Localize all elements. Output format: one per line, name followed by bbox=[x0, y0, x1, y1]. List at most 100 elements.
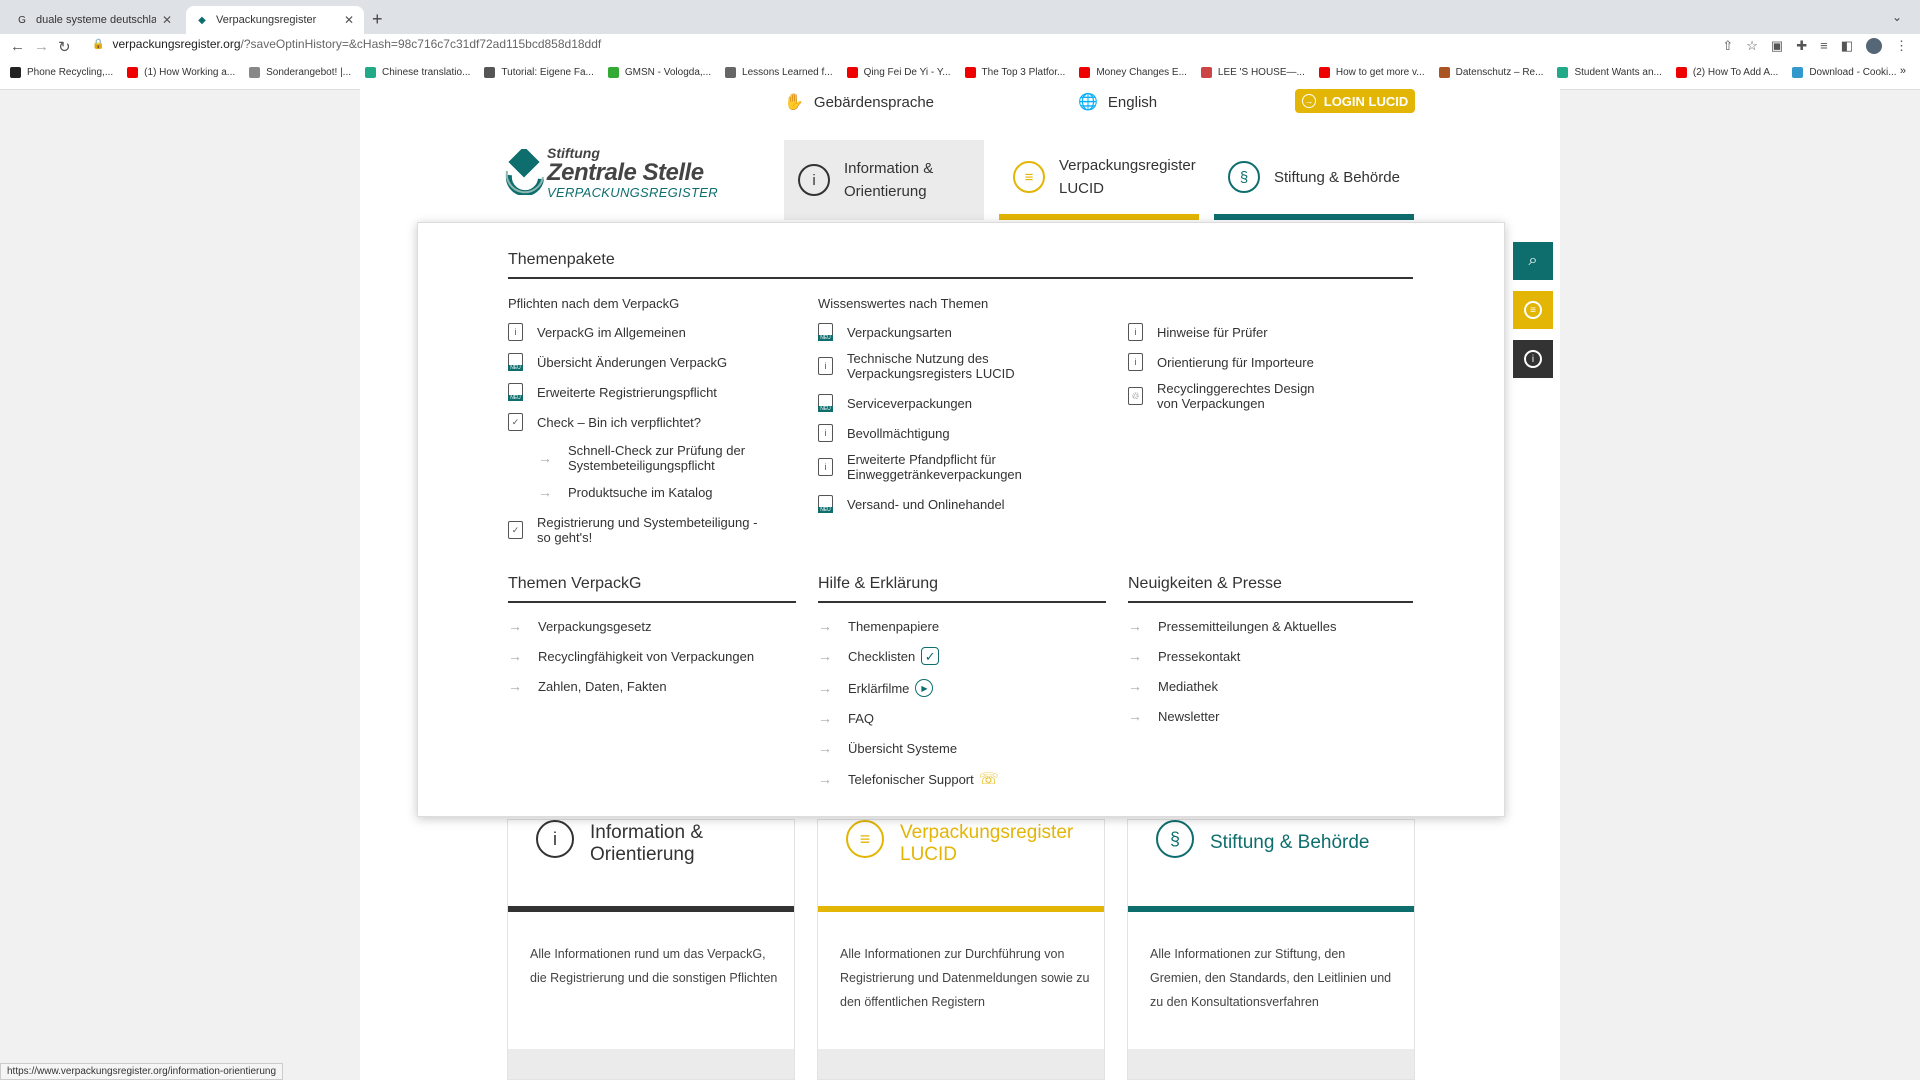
bookmark-item[interactable]: (1) How Working a... bbox=[127, 66, 235, 78]
menu-item-pressemitteilungen[interactable]: → Pressemitteilungen & Aktuelles bbox=[1128, 618, 1336, 635]
phone-icon: ☏ bbox=[978, 770, 999, 788]
nav-tab-information[interactable]: i Information & Orientierung bbox=[784, 140, 984, 220]
share-icon[interactable]: ⇧ bbox=[1722, 38, 1733, 54]
logo[interactable]: Stiftung Zentrale Stelle VERPACKUNGSREGI… bbox=[505, 145, 718, 205]
subsection-title-pflichten: Pflichten nach dem VerpackG bbox=[508, 296, 680, 311]
menu-item-technische-nutzung[interactable]: i Technische Nutzung des Verpackungsregi… bbox=[818, 351, 1018, 381]
sign-language-link[interactable]: ✋ Gebärdensprache bbox=[784, 92, 934, 112]
nav-tab-stiftung[interactable]: § Stiftung & Behörde bbox=[1214, 140, 1414, 220]
bookmark-item[interactable]: Student Wants an... bbox=[1557, 66, 1662, 78]
bookmark-favicon-icon bbox=[964, 66, 976, 78]
bookmark-item[interactable]: Lessons Learned f... bbox=[725, 66, 833, 78]
document-new-icon bbox=[508, 353, 523, 371]
bookmark-item[interactable]: Phone Recycling,... bbox=[10, 66, 113, 78]
reload-icon[interactable]: ↻ bbox=[58, 38, 71, 56]
card-title: Verpackungsregister LUCID bbox=[900, 822, 1074, 865]
card-information[interactable]: i Information & Orientierung Alle Inform… bbox=[507, 819, 795, 1080]
menu-item-verpackungsgesetz[interactable]: → Verpackungsgesetz bbox=[508, 619, 651, 635]
menu-item-schnell-check[interactable]: → Schnell-Check zur Prüfung der Systembe… bbox=[508, 443, 748, 473]
menu-item-mediathek[interactable]: → Mediathek bbox=[1128, 679, 1218, 695]
bookmark-item[interactable]: Qing Fei De Yi - Y... bbox=[846, 66, 951, 78]
menu-item-uebersicht-aenderungen[interactable]: Übersicht Änderungen VerpackG bbox=[508, 353, 727, 371]
close-tab-icon[interactable]: ✕ bbox=[344, 13, 354, 27]
lucid-quick-button[interactable]: ≡ bbox=[1513, 291, 1553, 329]
puzzle-icon[interactable]: ✚ bbox=[1796, 38, 1807, 54]
menu-item-versandhandel[interactable]: Versand- und Onlinehandel bbox=[818, 495, 1005, 513]
menu-item-serviceverpackungen[interactable]: Serviceverpackungen bbox=[818, 394, 972, 412]
checklist-icon: ✓ bbox=[921, 647, 940, 665]
menu-item-registrierung-so-gehts[interactable]: ✓ Registrierung und Systembeteiligung - … bbox=[508, 515, 768, 545]
bookmark-item[interactable]: GMSN - Vologda,... bbox=[607, 66, 711, 78]
menu-kebab-icon[interactable]: ⋮ bbox=[1895, 38, 1908, 54]
bookmark-item[interactable]: Tutorial: Eigene Fa... bbox=[484, 66, 594, 78]
new-tab-button[interactable]: + bbox=[372, 9, 383, 30]
nav-tab-lucid[interactable]: ≡ Verpackungsregister LUCID bbox=[999, 140, 1199, 220]
menu-item-produktsuche[interactable]: → Produktsuche im Katalog bbox=[508, 485, 713, 501]
menu-item-checklisten[interactable]: → Checklisten ✓ bbox=[818, 647, 940, 665]
browser-tab-google[interactable]: G duale systeme deutschland - G ✕ bbox=[6, 6, 182, 34]
status-url-text: https://www.verpackungsregister.org/info… bbox=[7, 1066, 277, 1077]
menu-item-erweiterte-registrierungspflicht[interactable]: Erweiterte Registrierungspflicht bbox=[508, 383, 717, 401]
bookmarks-overflow-icon[interactable]: » bbox=[1900, 65, 1906, 77]
login-lucid-button[interactable]: → LOGIN LUCID bbox=[1295, 89, 1415, 113]
sidebar-icon[interactable]: ◧ bbox=[1841, 38, 1853, 54]
menu-item-themenpapiere[interactable]: → Themenpapiere bbox=[818, 619, 939, 635]
bookmark-star-icon[interactable]: ☆ bbox=[1746, 38, 1758, 54]
bookmark-item[interactable]: Chinese translatio... bbox=[365, 66, 470, 78]
bookmark-item[interactable]: Money Changes E... bbox=[1079, 66, 1187, 78]
menu-item-pressekontakt[interactable]: → Pressekontakt bbox=[1128, 649, 1240, 665]
menu-item-recyclinggerechtes-design[interactable]: ♲ Recyclinggerechtes Design von Verpacku… bbox=[1128, 381, 1338, 411]
arrow-right-icon: → bbox=[508, 678, 522, 694]
tab-search-icon[interactable]: ⌄ bbox=[1892, 10, 1902, 24]
menu-item-label: Zahlen, Daten, Fakten bbox=[538, 679, 667, 694]
section-title-hilfe: Hilfe & Erklärung bbox=[818, 575, 939, 592]
mega-menu-information: Themenpakete Pflichten nach dem VerpackG… bbox=[417, 222, 1505, 817]
menu-item-label: Hinweise für Prüfer bbox=[1157, 324, 1268, 340]
bookmark-item[interactable]: Download - Cooki... bbox=[1792, 66, 1897, 78]
language-link[interactable]: 🌐 English bbox=[1078, 92, 1157, 112]
bookmark-item[interactable]: LEE 'S HOUSE—... bbox=[1200, 66, 1305, 78]
menu-item-bevollmaechtigung[interactable]: i Bevollmächtigung bbox=[818, 424, 950, 442]
menu-item-uebersicht-systeme[interactable]: → Übersicht Systeme bbox=[818, 741, 957, 757]
bookmark-item[interactable]: (2) How To Add A... bbox=[1675, 66, 1778, 78]
profile-avatar[interactable] bbox=[1866, 38, 1882, 54]
menu-item-zahlen-daten[interactable]: → Zahlen, Daten, Fakten bbox=[508, 678, 667, 695]
extension-icon[interactable]: ▣ bbox=[1771, 38, 1783, 54]
card-stiftung[interactable]: § Stiftung & Behörde Alle Informationen … bbox=[1127, 819, 1415, 1080]
bookmark-favicon-icon bbox=[725, 66, 737, 78]
browser-tab-verpackungsregister[interactable]: ◆ Verpackungsregister ✕ bbox=[186, 6, 364, 34]
bookmark-item[interactable]: Datenschutz – Re... bbox=[1438, 66, 1543, 78]
close-tab-icon[interactable]: ✕ bbox=[162, 13, 172, 27]
menu-item-verpackg-allgemein[interactable]: i VerpackG im Allgemeinen bbox=[508, 323, 686, 341]
card-accent-bar bbox=[818, 906, 1104, 912]
search-button[interactable]: ⌕ bbox=[1513, 242, 1553, 280]
menu-item-verpackungsarten[interactable]: Verpackungsarten bbox=[818, 323, 952, 341]
address-bar[interactable]: 🔒 verpackungsregister.org/?saveOptinHist… bbox=[92, 37, 601, 51]
browser-tab-strip: G duale systeme deutschland - G ✕ ◆ Verp… bbox=[0, 0, 1920, 34]
menu-item-importeure[interactable]: i Orientierung für Importeure bbox=[1128, 353, 1314, 371]
card-lucid[interactable]: ≡ Verpackungsregister LUCID Alle Informa… bbox=[817, 819, 1105, 1080]
menu-item-check-verpflichtet[interactable]: ✓ Check – Bin ich verpflichtet? bbox=[508, 413, 701, 431]
menu-item-erklaerfilme[interactable]: → Erklärfilme ▶ bbox=[818, 679, 934, 697]
bookmark-item[interactable]: How to get more v... bbox=[1318, 66, 1425, 78]
menu-item-recyclingfaehigkeit[interactable]: → Recyclingfähigkeit von Verpackungen bbox=[508, 649, 754, 665]
search-icon: ⌕ bbox=[1528, 252, 1538, 269]
card-description: Alle Informationen rund um das VerpackG,… bbox=[530, 947, 778, 985]
menu-item-pfandpflicht[interactable]: i Erweiterte Pfandpflicht für Einweggetr… bbox=[818, 452, 1022, 482]
menu-item-telefon-support[interactable]: → Telefonischer Support ☏ bbox=[818, 770, 999, 788]
reading-list-icon[interactable]: ≡ bbox=[1820, 38, 1828, 54]
bookmark-item[interactable]: Sonderangebot! |... bbox=[249, 66, 351, 78]
card-title: Stiftung & Behörde bbox=[1210, 832, 1370, 853]
bookmark-item[interactable]: The Top 3 Platfor... bbox=[964, 66, 1065, 78]
info-quick-button[interactable]: i bbox=[1513, 340, 1553, 378]
card-footer bbox=[508, 1049, 794, 1079]
menu-item-label: Telefonischer Support bbox=[848, 771, 974, 787]
bookmark-favicon-icon bbox=[127, 66, 139, 78]
section-title-themen: Themen VerpackG bbox=[508, 575, 642, 592]
menu-item-faq[interactable]: → FAQ bbox=[818, 711, 874, 727]
forward-icon[interactable]: → bbox=[34, 38, 49, 55]
arrow-right-icon: → bbox=[1128, 618, 1142, 634]
menu-item-hinweise-pruefer[interactable]: i Hinweise für Prüfer bbox=[1128, 323, 1268, 341]
menu-item-newsletter[interactable]: → Newsletter bbox=[1128, 709, 1219, 725]
back-icon[interactable]: ← bbox=[10, 38, 25, 55]
